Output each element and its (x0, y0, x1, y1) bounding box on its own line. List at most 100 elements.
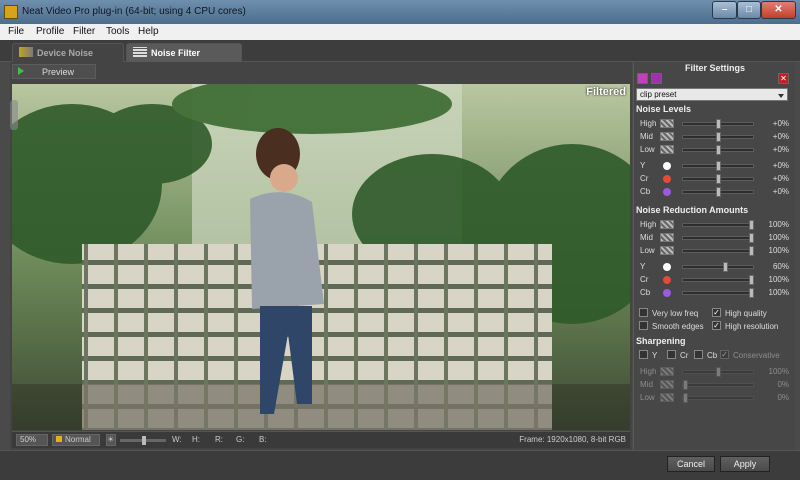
slider-value: +0% (772, 145, 789, 154)
level-slider[interactable] (682, 161, 754, 171)
slider-thumb[interactable] (683, 380, 688, 390)
play-icon (18, 67, 24, 75)
chevron-down-icon (778, 94, 784, 98)
minimize-button[interactable]: – (712, 1, 737, 19)
tab-device-noise-profile[interactable]: Device Noise Profile (12, 43, 124, 76)
slider-value: 100% (768, 233, 789, 242)
filter-settings-panel: Filter Settings ✕ clip preset Noise Leve… (633, 62, 795, 450)
brightness-slider[interactable] (120, 436, 166, 445)
slider-label: Cb (640, 288, 651, 297)
delete-preset-icon[interactable]: ✕ (778, 73, 789, 84)
level-slider[interactable] (682, 119, 754, 129)
close-button[interactable]: ✕ (761, 1, 796, 19)
slider-value: +0% (772, 161, 789, 170)
sharpen-y-label: Y (652, 351, 658, 360)
level-slider[interactable] (682, 233, 754, 243)
sharpen-y-checkbox[interactable] (639, 350, 648, 359)
slider-thumb[interactable] (716, 187, 721, 197)
conservative-checkbox[interactable]: ✓ (720, 350, 729, 359)
menu-file[interactable]: File (8, 26, 24, 37)
preset-value: clip preset (640, 90, 677, 99)
slider-value: +0% (772, 174, 789, 183)
slider-thumb[interactable] (749, 220, 754, 230)
frame-info: Frame: 1920x1080, 8-bit RGB (519, 435, 626, 444)
menu-tools[interactable]: Tools (106, 26, 129, 37)
slider-label: High (640, 119, 657, 128)
menu-help[interactable]: Help (138, 26, 159, 37)
sharpen-cb-checkbox[interactable] (694, 350, 703, 359)
zoom-select[interactable]: 50% (16, 434, 48, 446)
level-slider[interactable] (682, 246, 754, 256)
cancel-button[interactable]: Cancel (667, 456, 715, 472)
slider-label: Y (640, 161, 646, 170)
save-preset-icon[interactable] (651, 73, 662, 84)
slider-thumb[interactable] (716, 367, 721, 377)
menu-profile[interactable]: Profile (36, 26, 64, 37)
zoom-value: 50% (20, 435, 37, 444)
high-quality-label: High quality (725, 309, 767, 318)
brightness-thumb[interactable] (142, 436, 146, 445)
high-quality-checkbox[interactable]: ✓ (712, 308, 721, 317)
tab-noise-filter-settings[interactable]: Noise Filter Settings (126, 43, 242, 76)
frequency-pattern-icon (660, 233, 674, 242)
channel-color-icon (663, 162, 671, 170)
level-slider[interactable] (682, 187, 754, 197)
smooth-edges-checkbox[interactable] (639, 321, 648, 330)
slider-label: Mid (640, 233, 653, 242)
video-viewport[interactable]: Filtered (12, 84, 630, 430)
slider-thumb[interactable] (716, 174, 721, 184)
slider-thumb[interactable] (716, 145, 721, 155)
slider-label: Mid (640, 132, 653, 141)
view-mode-select[interactable]: Normal (52, 434, 100, 446)
slider-thumb[interactable] (749, 288, 754, 298)
level-slider[interactable] (682, 288, 754, 298)
level-slider[interactable] (682, 275, 754, 285)
panel-grip-handle[interactable] (10, 100, 18, 130)
high-resolution-checkbox[interactable]: ✓ (712, 321, 721, 330)
filtered-overlay-label: Filtered (586, 86, 626, 98)
very-low-freq-checkbox[interactable] (639, 308, 648, 317)
preview-button[interactable]: Preview (12, 64, 96, 79)
slider-label: High (640, 220, 657, 229)
slider-label: Cr (640, 275, 649, 284)
slider-thumb[interactable] (716, 132, 721, 142)
very-low-freq-label: Very low freq (652, 309, 699, 318)
channel-color-icon (663, 276, 671, 284)
slider-value: 60% (772, 262, 789, 271)
maximize-button[interactable]: □ (737, 1, 761, 19)
level-slider[interactable] (682, 380, 754, 390)
load-preset-icon[interactable] (637, 73, 648, 84)
level-slider[interactable] (682, 262, 754, 272)
slider-value: 0% (777, 380, 789, 389)
slider-thumb[interactable] (723, 262, 728, 272)
frequency-pattern-icon (660, 380, 674, 389)
slider-label: Mid (640, 380, 653, 389)
noise-levels-title: Noise Levels (636, 104, 692, 114)
menu-filter[interactable]: Filter (73, 26, 95, 37)
status-bar: 50% Normal ☀ W: H: R: G: B: Frame: 1920x… (12, 431, 630, 448)
slider-thumb[interactable] (749, 275, 754, 285)
slider-label: Cb (640, 187, 651, 196)
level-slider[interactable] (682, 145, 754, 155)
level-slider[interactable] (682, 132, 754, 142)
slider-thumb[interactable] (683, 393, 688, 403)
video-frame-image (12, 84, 630, 430)
slider-thumb[interactable] (749, 246, 754, 256)
level-slider[interactable] (682, 174, 754, 184)
frequency-pattern-icon (660, 393, 674, 402)
window-title: Neat Video Pro plug-in (64-bit; using 4 … (22, 6, 246, 17)
width-readout: W: (172, 435, 182, 444)
apply-button[interactable]: Apply (720, 456, 770, 472)
preset-select[interactable]: clip preset (636, 88, 788, 101)
level-slider[interactable] (682, 367, 754, 377)
noise-reduction-title: Noise Reduction Amounts (636, 205, 749, 215)
level-slider[interactable] (682, 220, 754, 230)
slider-value: 100% (768, 246, 789, 255)
mode-icon (56, 436, 62, 442)
slider-thumb[interactable] (716, 161, 721, 171)
slider-thumb[interactable] (716, 119, 721, 129)
level-slider[interactable] (682, 393, 754, 403)
sharpen-cr-checkbox[interactable] (667, 350, 676, 359)
frequency-pattern-icon (660, 145, 674, 154)
slider-thumb[interactable] (749, 233, 754, 243)
